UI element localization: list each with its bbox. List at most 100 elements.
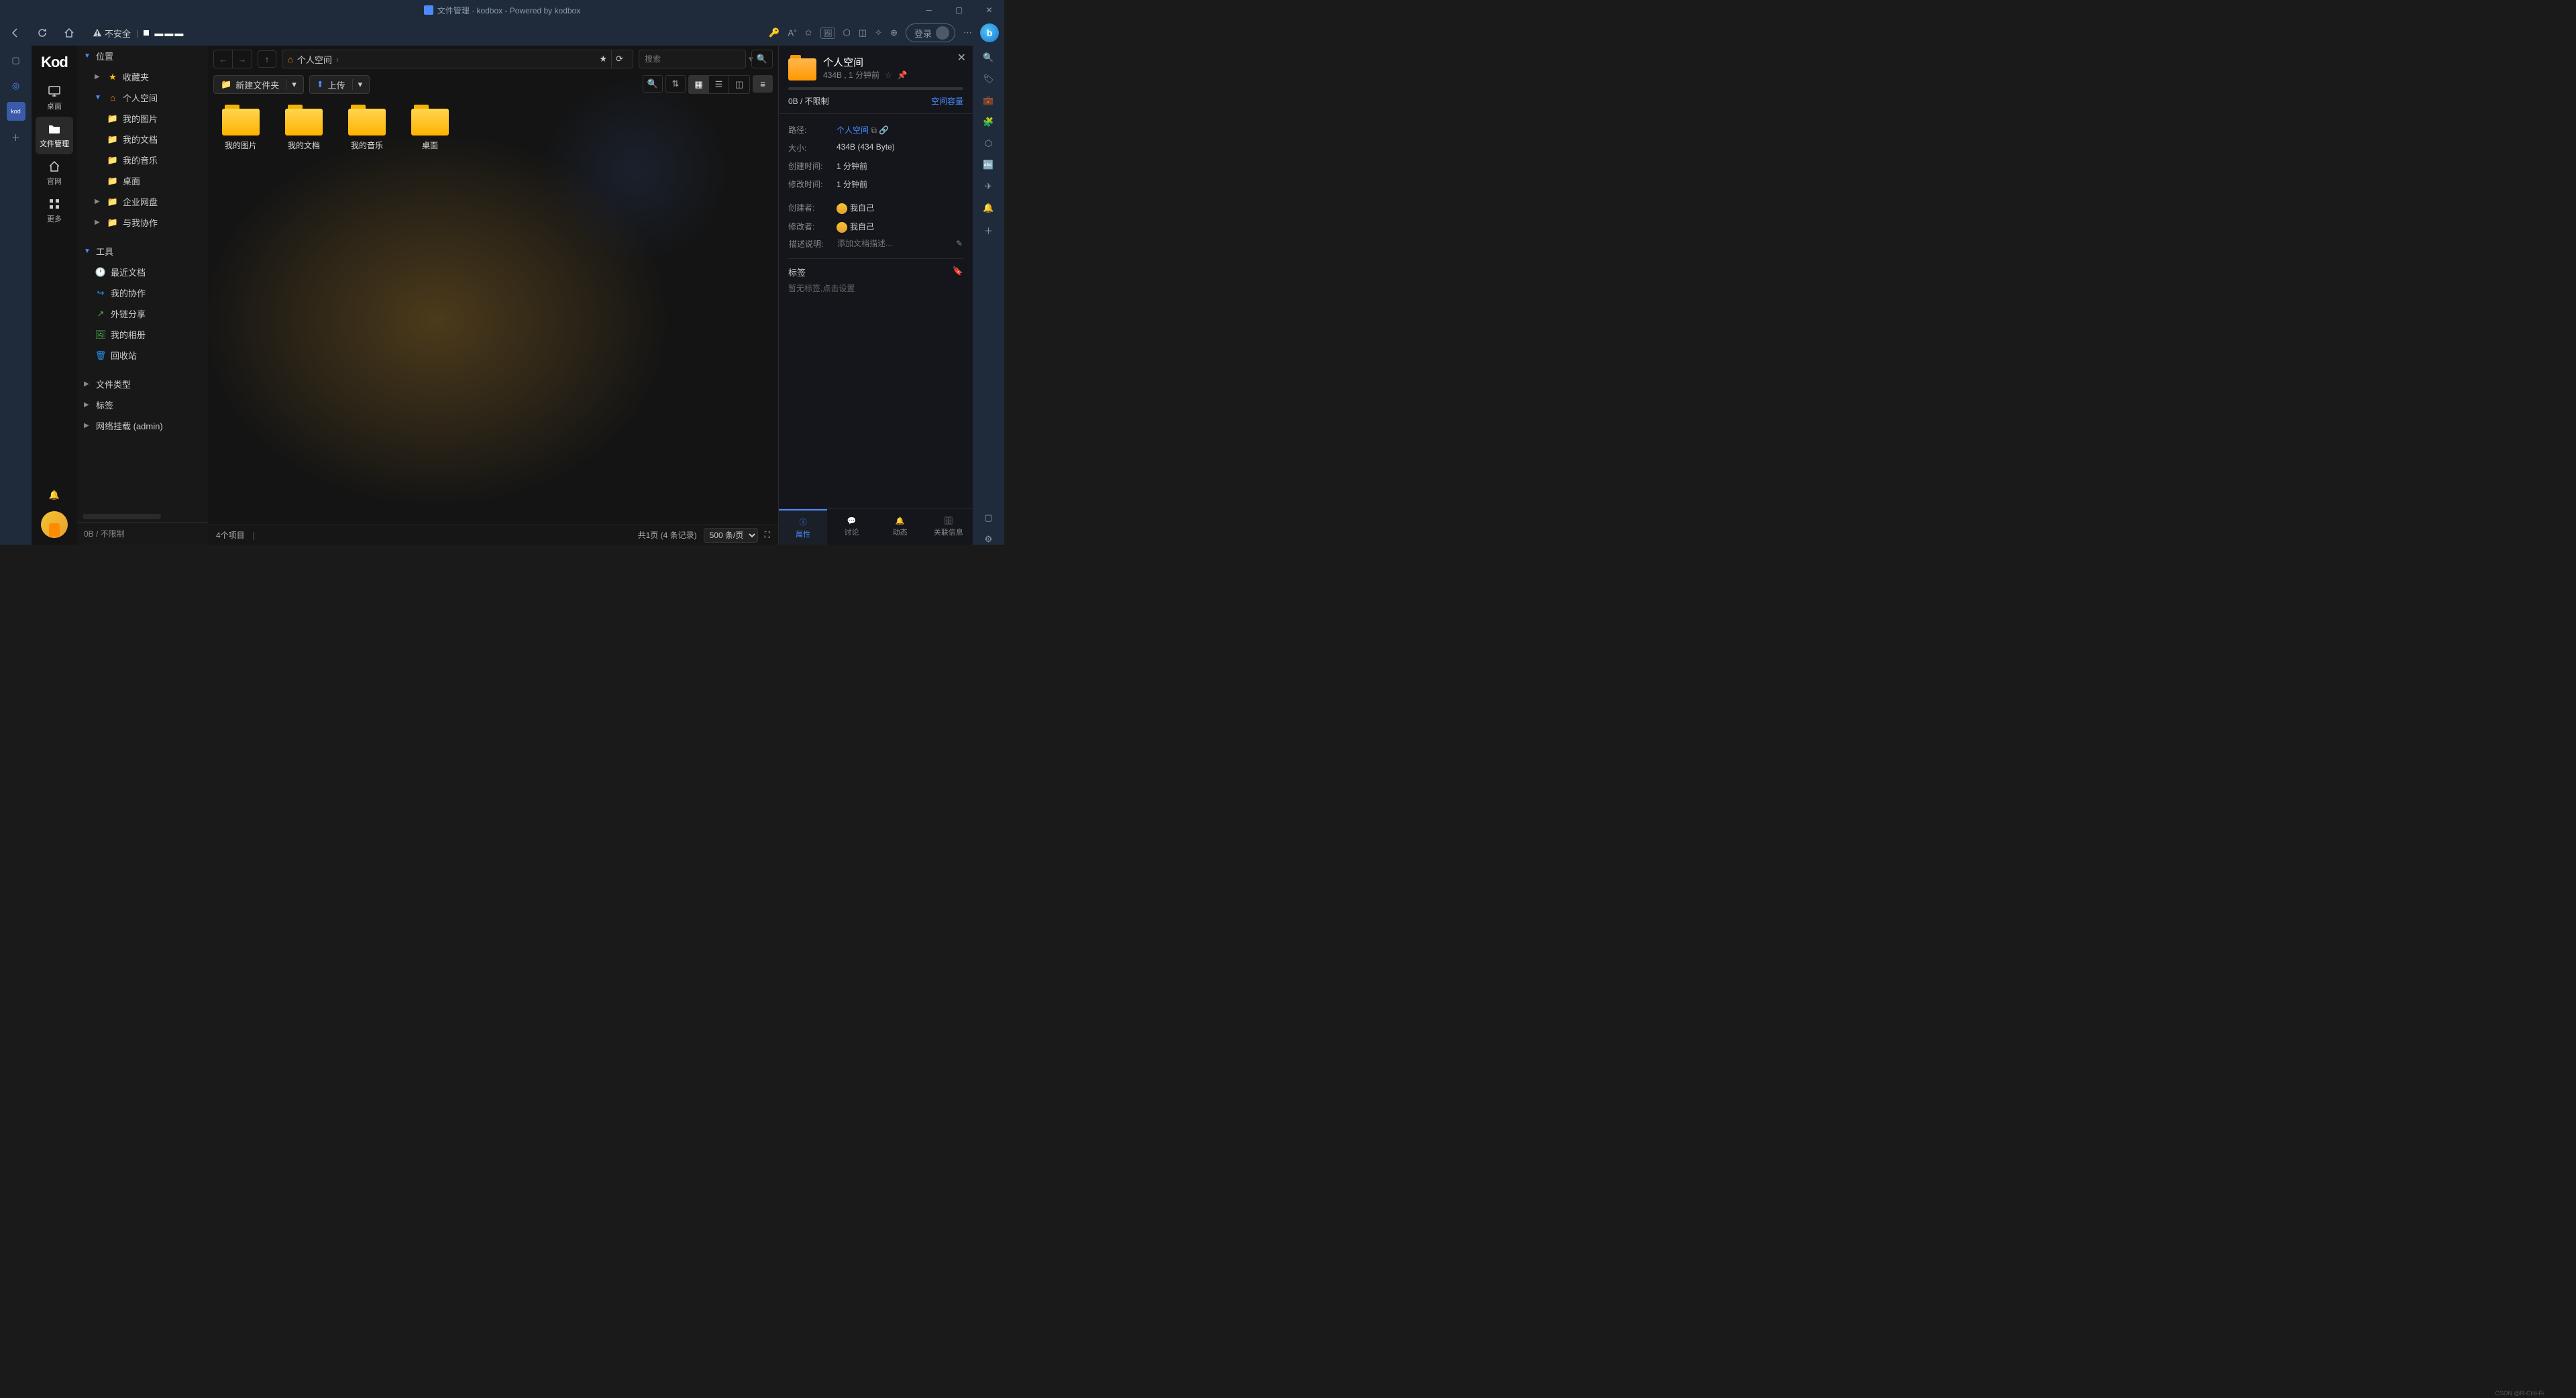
briefcase-icon[interactable]: 💼 [983, 95, 994, 106]
view-grid-icon[interactable]: ▦ [689, 76, 709, 93]
upload-button[interactable]: ⬆ 上传 ▾ [309, 75, 370, 94]
rail-filemanager[interactable]: 文件管理 [36, 117, 73, 154]
tree-personal[interactable]: ▼ ⌂ 个人空间 [77, 87, 208, 108]
tree-tags[interactable]: ▶标签 [77, 394, 208, 415]
send-icon[interactable]: ✈ [985, 181, 992, 192]
tab-icon[interactable]: ▢ [7, 51, 25, 70]
text-size-icon[interactable]: A» [788, 28, 797, 38]
tree-root[interactable]: ▼ 位置 [77, 46, 208, 66]
back-button[interactable] [5, 23, 25, 43]
spiral-icon[interactable]: ◎ [7, 76, 25, 95]
tree-favorites[interactable]: ▶ ★ 收藏夹 [77, 66, 208, 87]
translate-icon[interactable]: 🔤 [983, 160, 994, 170]
pin-icon[interactable]: 📌 [898, 70, 908, 80]
close-button[interactable]: ✕ [974, 0, 1004, 20]
search-icon[interactable]: 🔍 [983, 52, 994, 63]
key-icon[interactable]: 🔑 [769, 28, 780, 38]
file-grid[interactable]: 我的图片 我的文档 我的音乐 桌面 [208, 97, 778, 525]
tab-properties[interactable]: ⓘ属性 [779, 509, 827, 545]
new-folder-button[interactable]: 📁 新建文件夹 ▾ [213, 75, 304, 94]
star-icon[interactable]: ☆ [885, 70, 892, 80]
breadcrumb[interactable]: ⌂ 个人空间 › ★ ⟳ [282, 50, 633, 68]
capacity-link[interactable]: 空间容量 [931, 95, 963, 107]
add-tab-icon[interactable]: ＋ [7, 127, 25, 146]
clock-icon: 🕐 [95, 267, 107, 278]
maximize-button[interactable]: ▢ [944, 0, 974, 20]
rail-official[interactable]: 官网 [36, 154, 73, 192]
zoom-icon[interactable]: 🔍 [643, 75, 663, 93]
refresh-button[interactable] [32, 23, 52, 43]
tab-discuss[interactable]: 💬讨论 [827, 509, 875, 545]
nav-back-button[interactable]: ← [214, 50, 233, 68]
sort-icon[interactable]: ⇅ [665, 75, 686, 93]
nav-forward-button[interactable]: → [233, 50, 252, 68]
rail-more[interactable]: 更多 [36, 192, 73, 229]
link-icon[interactable]: 🔗 [879, 125, 889, 135]
minimize-button[interactable]: ─ [914, 0, 944, 20]
sync-icon[interactable]: ⊕ [890, 28, 898, 38]
tag-icon[interactable]: 🏷 [983, 74, 994, 85]
tree-item[interactable]: 📁桌面 [77, 170, 208, 191]
favorite-icon[interactable]: ✩ [805, 28, 812, 38]
extensions-icon[interactable]: ⬡ [843, 28, 851, 38]
bookmark-icon[interactable]: 🔖 [953, 266, 963, 278]
tree-tool-collab[interactable]: ↪我的协作 [77, 282, 208, 303]
panel-icon[interactable]: ▢ [984, 513, 992, 523]
tree-tools[interactable]: ▼ 工具 [77, 241, 208, 262]
tree-tool-link[interactable]: ↗外链分享 [77, 303, 208, 324]
tree-tool-trash[interactable]: 🗑回收站 [77, 345, 208, 366]
tree-tool-album[interactable]: 🖼我的相册 [77, 324, 208, 345]
bing-icon[interactable]: b [980, 23, 999, 42]
view-columns-icon[interactable]: ◫ [729, 76, 749, 93]
tree-item[interactable]: 📁我的文档 [77, 129, 208, 150]
folder-item[interactable]: 我的文档 [279, 105, 329, 151]
add-icon[interactable]: ＋ [984, 224, 993, 237]
rail-desktop[interactable]: 桌面 [36, 79, 73, 117]
gear-icon[interactable]: ⚙ [985, 534, 993, 545]
tags-empty[interactable]: 暂无标签,点击设置 [788, 282, 963, 294]
star-icon[interactable]: ★ [599, 54, 607, 64]
copy-icon[interactable]: ⧉ [871, 125, 877, 135]
search-input[interactable]: ▾ [639, 50, 746, 68]
close-icon[interactable]: ✕ [957, 51, 966, 64]
collections-icon[interactable]: ✧ [875, 28, 882, 38]
tree-filetype[interactable]: ▶文件类型 [77, 374, 208, 394]
home-button[interactable] [59, 23, 79, 43]
view-list-icon[interactable]: ☰ [709, 76, 729, 93]
user-avatar[interactable] [41, 511, 68, 538]
folder-icon: 📁 [107, 197, 119, 207]
tree-scrollbar[interactable] [83, 514, 161, 519]
info-title: 个人空间 [823, 55, 908, 69]
per-page-select[interactable]: 500 条/页 [704, 528, 758, 543]
folder-item[interactable]: 我的音乐 [342, 105, 392, 151]
split-icon[interactable]: ◫ [859, 28, 867, 38]
cube-icon[interactable]: ⬡ [985, 138, 992, 149]
tree-enterprise[interactable]: ▶ 📁 企业网盘 [77, 191, 208, 212]
tree-item[interactable]: 📁我的音乐 [77, 150, 208, 170]
nav-up-button[interactable]: ↑ [258, 50, 276, 68]
tree-item[interactable]: 📁我的图片 [77, 108, 208, 129]
folder-item[interactable]: 桌面 [405, 105, 455, 151]
tab-related[interactable]: 🗄关联信息 [924, 509, 973, 545]
tree-collab[interactable]: ▶ 📁 与我协作 [77, 212, 208, 233]
search-button[interactable]: 🔍 [751, 50, 773, 68]
kod-app-icon[interactable]: kod [7, 102, 25, 121]
login-button[interactable]: 登录 [906, 23, 955, 42]
puzzle-icon[interactable]: 🧩 [983, 117, 994, 127]
expand-icon[interactable]: ⛶ [765, 530, 770, 540]
chevron-down-icon[interactable]: ▾ [352, 79, 363, 90]
refresh-icon[interactable]: ⟳ [611, 50, 627, 68]
image-block-icon[interactable]: 🖼 [820, 28, 835, 39]
chevron-down-icon[interactable]: ▾ [286, 79, 297, 90]
address-bar[interactable]: 不安全 | ▬▬▬ [86, 23, 762, 42]
tree-mount[interactable]: ▶网络挂载 (admin) [77, 415, 208, 436]
edit-icon[interactable]: ✎ [956, 239, 963, 248]
toggle-panel-icon[interactable]: ≡ [753, 75, 773, 93]
folder-item[interactable]: 我的图片 [216, 105, 266, 151]
tab-activity[interactable]: 🔔动态 [876, 509, 924, 545]
bell-icon[interactable]: 🔔 [49, 490, 60, 500]
notification-icon[interactable]: 🔔 [983, 203, 994, 213]
description-input[interactable] [837, 239, 956, 248]
more-icon[interactable]: ⋯ [963, 28, 972, 38]
tree-tool-recent[interactable]: 🕐最近文档 [77, 262, 208, 282]
